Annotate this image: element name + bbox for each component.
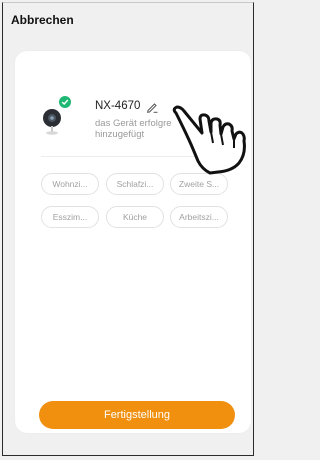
edit-name-icon[interactable]: [145, 100, 159, 114]
room-chip-wohnzimmer[interactable]: Wohnzi...: [41, 173, 99, 195]
room-chip-schlafzimmer[interactable]: Schlafzi...: [106, 173, 164, 195]
cancel-button[interactable]: Abbrechen: [11, 13, 74, 27]
success-check-icon: [59, 96, 71, 108]
room-chip-kueche[interactable]: Küche: [106, 206, 164, 228]
pointing-hand-icon: [168, 99, 260, 179]
finish-button[interactable]: Fertigstellung: [39, 401, 235, 429]
device-name: NX-4670: [95, 100, 141, 112]
top-bar: Abbrechen: [3, 3, 253, 45]
room-chip-esszimmer[interactable]: Esszim...: [41, 206, 99, 228]
app-window: Abbrechen NX-4670 das Gerät erfolgre hin…: [2, 2, 254, 456]
room-chip-arbeitszimmer[interactable]: Arbeitszi...: [170, 206, 228, 228]
